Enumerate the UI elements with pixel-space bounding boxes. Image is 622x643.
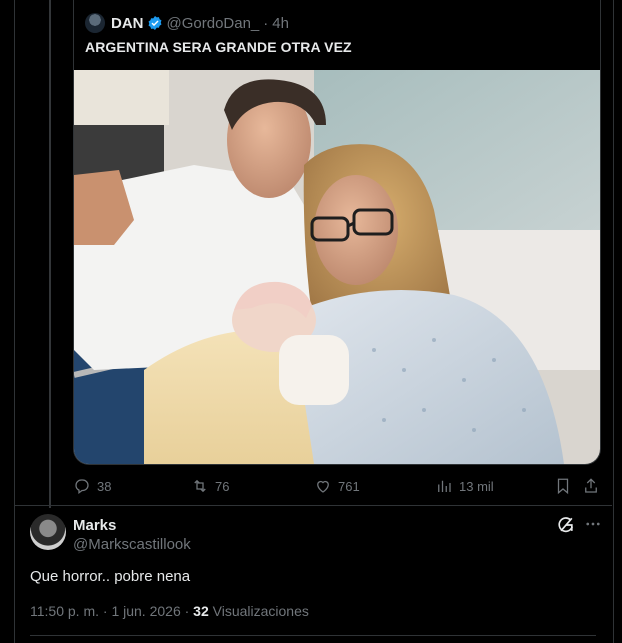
quoted-author-name[interactable]: DAN bbox=[111, 15, 144, 32]
reply-count: 38 bbox=[97, 478, 112, 494]
reply-metadata: 11:50 p. m. · 1 jun. 2026 · 32 Visualiza… bbox=[30, 603, 309, 619]
reply-views-count: 32 bbox=[193, 603, 209, 619]
reply-timestamp[interactable]: 11:50 p. m. · 1 jun. 2026 · bbox=[30, 603, 193, 619]
views-button[interactable]: 13 mil bbox=[435, 475, 494, 497]
repost-icon bbox=[194, 479, 206, 493]
reply-author-avatar[interactable] bbox=[30, 514, 66, 550]
tweet-divider bbox=[14, 505, 612, 506]
reply-views-label: Visualizaciones bbox=[208, 603, 309, 619]
quoted-tweet-card[interactable]: DAN @GordoDan_ · 4h ARGENTINA SERA GRAND… bbox=[73, 0, 601, 465]
reply-button[interactable]: 38 bbox=[73, 475, 111, 497]
reply-text: Que horror.. pobre nena bbox=[30, 568, 191, 585]
share-button[interactable] bbox=[582, 475, 600, 497]
share-icon bbox=[585, 478, 597, 493]
thread-connector-line bbox=[49, 0, 51, 508]
reply-author-handle[interactable]: @Markscastillook bbox=[73, 536, 191, 553]
grok-icon[interactable] bbox=[556, 515, 576, 535]
like-button[interactable]: 761 bbox=[314, 475, 360, 497]
views-icon bbox=[438, 480, 451, 492]
separator-dot: · bbox=[263, 14, 269, 32]
verified-badge-icon bbox=[147, 15, 163, 31]
bookmark-button[interactable] bbox=[554, 475, 572, 497]
reply-icon bbox=[75, 479, 89, 495]
quoted-tweet-time[interactable]: 4h bbox=[272, 15, 289, 32]
like-count: 761 bbox=[338, 478, 360, 494]
heart-icon bbox=[317, 480, 329, 493]
reply-author-name[interactable]: Marks bbox=[73, 517, 116, 534]
repost-button[interactable]: 76 bbox=[191, 475, 229, 497]
quoted-author-handle[interactable]: @GordoDan_ bbox=[167, 15, 260, 32]
tweet-actions-bar: 38 76 761 13 mil bbox=[73, 475, 601, 497]
views-count: 13 mil bbox=[459, 478, 494, 494]
repost-count: 76 bbox=[215, 478, 230, 494]
more-icon[interactable] bbox=[584, 515, 602, 535]
quoted-tweet-text: ARGENTINA SERA GRANDE OTRA VEZ bbox=[85, 39, 352, 55]
quoted-author-avatar[interactable] bbox=[85, 13, 105, 33]
reply-bottom-divider bbox=[30, 635, 596, 636]
quoted-tweet-header: DAN @GordoDan_ · 4h bbox=[85, 13, 289, 33]
bookmark-icon bbox=[557, 478, 569, 495]
quoted-tweet-photo[interactable] bbox=[74, 70, 600, 464]
